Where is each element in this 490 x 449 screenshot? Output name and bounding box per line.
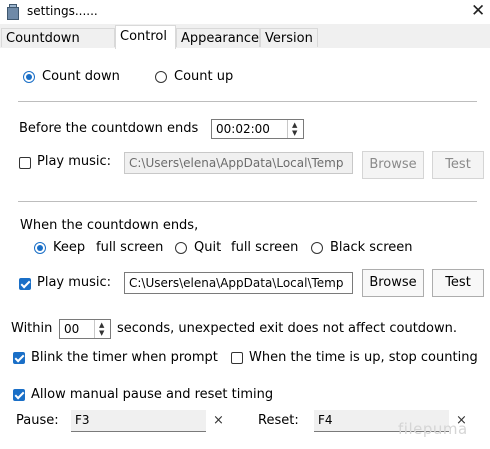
tab-control[interactable]: Control bbox=[115, 25, 176, 49]
quit-fullscreen-radio[interactable] bbox=[175, 242, 187, 254]
before-time-stepper[interactable]: ▲ ▼ bbox=[287, 120, 303, 138]
chevron-up-icon[interactable]: ▲ bbox=[292, 122, 297, 129]
count-down-radio[interactable] bbox=[23, 71, 35, 83]
before-test-button[interactable]: Test bbox=[432, 151, 484, 179]
separator bbox=[18, 201, 477, 202]
allow-pause-reset-checkbox[interactable] bbox=[13, 389, 25, 401]
chevron-down-icon[interactable]: ▼ bbox=[99, 330, 104, 337]
within-label: Within bbox=[11, 321, 53, 336]
count-up-radio[interactable] bbox=[155, 71, 167, 83]
count-up-label[interactable]: Count up bbox=[174, 69, 233, 84]
when-play-music-checkbox[interactable] bbox=[19, 278, 31, 290]
before-countdown-label: Before the countdown ends bbox=[19, 121, 199, 136]
quit-label[interactable]: Quit bbox=[194, 240, 221, 255]
keep-label[interactable]: Keep bbox=[53, 240, 85, 255]
keep-suffix-label[interactable]: full screen bbox=[96, 240, 163, 255]
black-screen-label[interactable]: Black screen bbox=[330, 240, 413, 255]
before-play-music-label[interactable]: Play music: bbox=[37, 154, 111, 169]
when-music-path-field[interactable]: C:\Users\elena\AppData\Local\Temp bbox=[124, 272, 353, 294]
chevron-up-icon[interactable]: ▲ bbox=[99, 322, 104, 329]
before-play-music-checkbox[interactable] bbox=[19, 157, 31, 169]
allow-pause-reset-label[interactable]: Allow manual pause and reset timing bbox=[31, 387, 273, 402]
before-music-path-field[interactable]: C:\Users\elena\AppData\Local\Temp bbox=[124, 152, 353, 174]
before-time-value: 00:02:00 bbox=[216, 122, 270, 136]
within-seconds-value: 00 bbox=[64, 322, 80, 336]
when-browse-button[interactable]: Browse bbox=[362, 269, 424, 297]
reset-hotkey-label: Reset: bbox=[258, 413, 299, 428]
chevron-down-icon[interactable]: ▼ bbox=[292, 130, 297, 137]
clear-pause-hotkey-icon[interactable]: × bbox=[213, 413, 224, 428]
tab-countdown-time[interactable]: Countdown time bbox=[1, 28, 115, 65]
stop-counting-checkbox[interactable] bbox=[231, 352, 243, 364]
window-title: settings...... bbox=[27, 4, 98, 18]
when-countdown-ends-label: When the countdown ends, bbox=[20, 218, 199, 233]
blink-timer-label[interactable]: Blink the timer when prompt bbox=[31, 350, 218, 365]
tab-appearance[interactable]: Appearance bbox=[176, 28, 260, 47]
quit-suffix-label[interactable]: full screen bbox=[231, 240, 298, 255]
black-screen-radio[interactable] bbox=[311, 242, 323, 254]
stop-counting-label[interactable]: When the time is up, stop counting bbox=[249, 350, 478, 365]
pause-hotkey-label: Pause: bbox=[16, 413, 59, 428]
count-down-label[interactable]: Count down bbox=[42, 69, 120, 84]
tab-version[interactable]: Version bbox=[260, 28, 318, 47]
blink-timer-checkbox[interactable] bbox=[13, 352, 25, 364]
watermark: filepuma bbox=[398, 420, 468, 438]
separator bbox=[18, 101, 477, 102]
within-seconds-stepper[interactable]: ▲ ▼ bbox=[94, 320, 110, 338]
when-test-button[interactable]: Test bbox=[432, 269, 484, 297]
within-suffix-label: seconds, unexpected exit does not affect… bbox=[117, 321, 457, 336]
before-browse-button[interactable]: Browse bbox=[362, 151, 424, 179]
pause-hotkey-field[interactable]: F3 bbox=[71, 410, 206, 432]
app-icon bbox=[7, 4, 19, 20]
close-icon[interactable]: ✕ bbox=[471, 1, 485, 21]
keep-fullscreen-radio[interactable] bbox=[34, 242, 46, 254]
when-play-music-label[interactable]: Play music: bbox=[37, 275, 111, 290]
